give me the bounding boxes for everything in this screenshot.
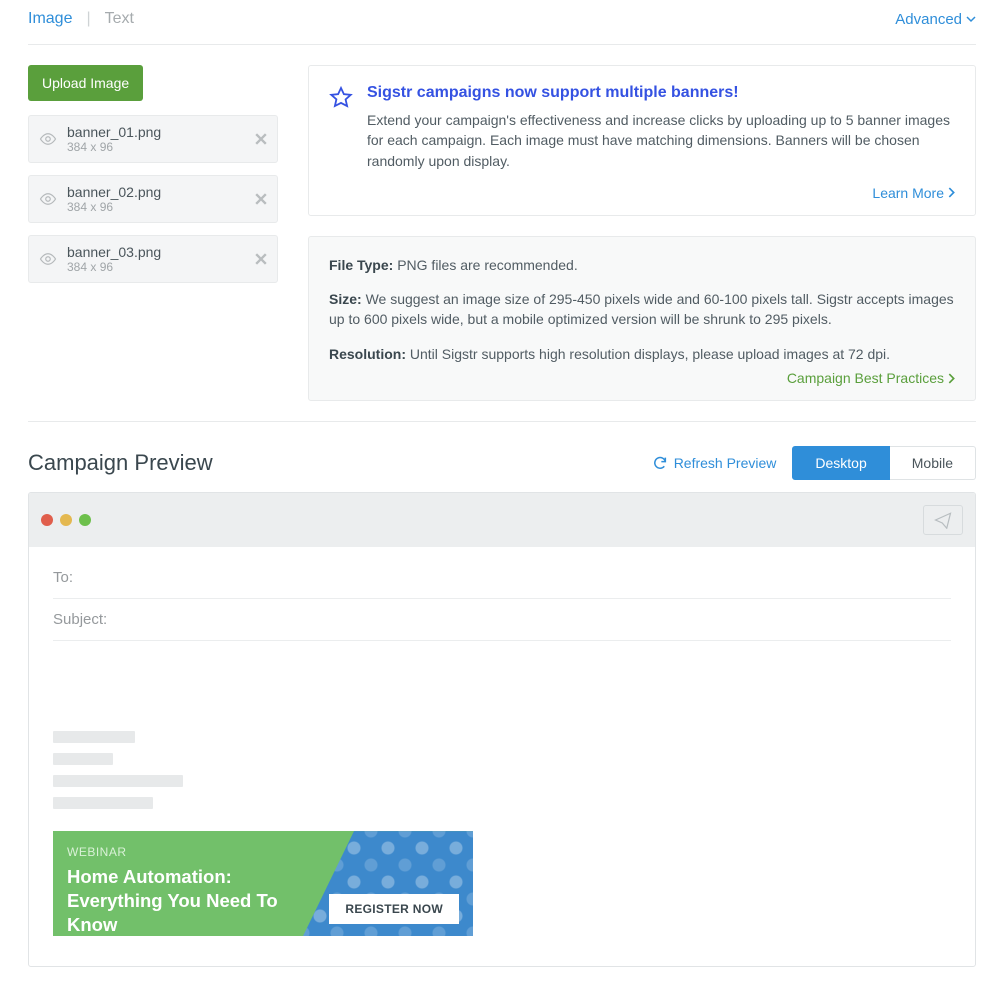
file-size: 384 x 96 — [67, 200, 245, 214]
spec-filetype-val: PNG files are recommended. — [397, 257, 578, 273]
refresh-icon — [652, 455, 668, 471]
refresh-preview-button[interactable]: Refresh Preview — [652, 455, 777, 471]
window-dot-close — [41, 514, 53, 526]
uploaded-file-item: banner_03.png 384 x 96 — [28, 235, 278, 283]
banner-headline: Home Automation: Everything You Need To … — [67, 865, 327, 936]
mail-to-field[interactable]: To: — [53, 557, 951, 599]
placeholder-line — [53, 753, 113, 765]
upload-image-button[interactable]: Upload Image — [28, 65, 143, 101]
spec-size-key: Size: — [329, 291, 362, 307]
remove-file-icon[interactable] — [255, 193, 267, 205]
spec-res-val: Until Sigstr supports high resolution di… — [410, 346, 890, 362]
banner-tag: WEBINAR — [67, 845, 459, 859]
preview-title: Campaign Preview — [28, 450, 213, 476]
campaign-banner[interactable]: WEBINAR Home Automation: Everything You … — [53, 831, 473, 936]
file-size: 384 x 96 — [67, 260, 245, 274]
chevron-down-icon — [966, 14, 976, 24]
spec-size-val: We suggest an image size of 295-450 pixe… — [329, 291, 954, 327]
best-practices-link[interactable]: Campaign Best Practices — [329, 370, 955, 386]
mailbox-titlebar — [29, 493, 975, 547]
chevron-right-icon — [948, 373, 955, 384]
mailbox-preview: To: Subject: WEBINAR Home Automation: Ev… — [28, 492, 976, 967]
learn-more-link[interactable]: Learn More — [367, 185, 955, 201]
remove-file-icon[interactable] — [255, 253, 267, 265]
mail-subject-field[interactable]: Subject: — [53, 599, 951, 641]
placeholder-line — [53, 797, 153, 809]
eye-icon[interactable] — [39, 132, 57, 146]
chevron-right-icon — [948, 187, 955, 198]
uploaded-file-item: banner_01.png 384 x 96 — [28, 115, 278, 163]
file-name: banner_03.png — [67, 244, 245, 260]
tab-separator: | — [86, 10, 90, 28]
device-desktop-button[interactable]: Desktop — [792, 446, 889, 480]
placeholder-line — [53, 775, 183, 787]
file-name: banner_02.png — [67, 184, 245, 200]
info-card-multi-banner: Sigstr campaigns now support multiple ba… — [308, 65, 976, 216]
window-dot-min — [60, 514, 72, 526]
uploaded-file-item: banner_02.png 384 x 96 — [28, 175, 278, 223]
send-button[interactable] — [923, 505, 963, 535]
device-mobile-button[interactable]: Mobile — [890, 446, 976, 480]
spec-res-key: Resolution: — [329, 346, 406, 362]
window-dot-max — [79, 514, 91, 526]
signature-placeholder: WEBINAR Home Automation: Everything You … — [53, 641, 951, 936]
file-size: 384 x 96 — [67, 140, 245, 154]
paper-plane-icon — [934, 511, 952, 529]
advanced-label: Advanced — [895, 11, 962, 28]
top-tabs: Image | Text Advanced — [28, 0, 976, 45]
advanced-toggle[interactable]: Advanced — [895, 11, 976, 28]
preview-header: Campaign Preview Refresh Preview Desktop… — [28, 446, 976, 480]
eye-icon[interactable] — [39, 192, 57, 206]
remove-file-icon[interactable] — [255, 133, 267, 145]
device-toggle: Desktop Mobile — [792, 446, 976, 480]
tab-text[interactable]: Text — [105, 10, 134, 28]
star-icon — [329, 86, 353, 110]
tab-image[interactable]: Image — [28, 10, 72, 28]
info-card-specs: File Type: PNG files are recommended. Si… — [308, 236, 976, 401]
placeholder-line — [53, 731, 135, 743]
eye-icon[interactable] — [39, 252, 57, 266]
info-title: Sigstr campaigns now support multiple ba… — [367, 84, 955, 102]
file-name: banner_01.png — [67, 124, 245, 140]
banner-cta-button[interactable]: REGISTER NOW — [329, 894, 459, 924]
spec-filetype-key: File Type: — [329, 257, 393, 273]
info-body: Extend your campaign's effectiveness and… — [367, 110, 955, 171]
